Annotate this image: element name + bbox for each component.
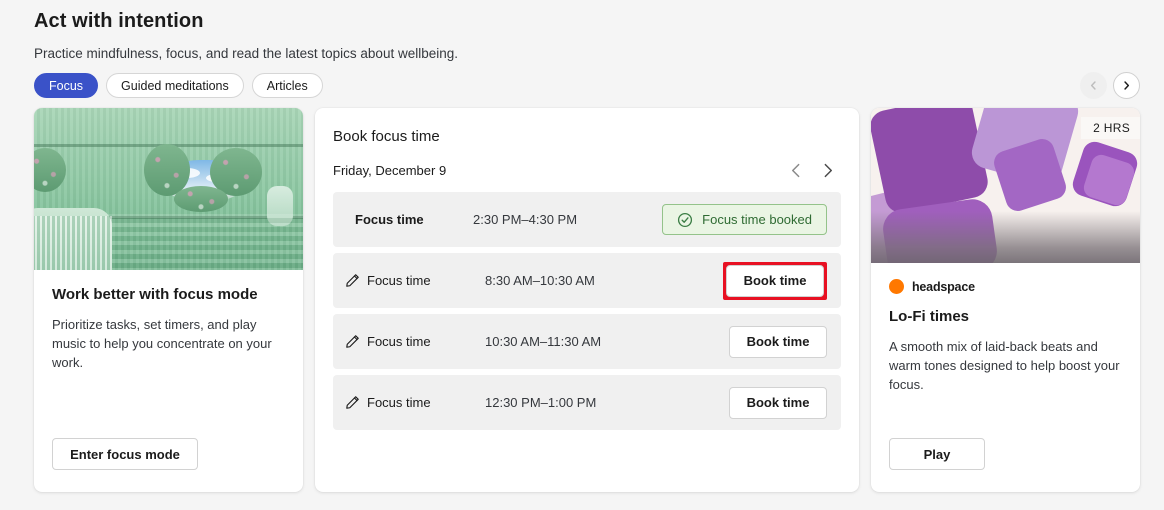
slot-label: Focus time [367, 273, 431, 288]
page-subtitle: Practice mindfulness, focus, and read th… [34, 46, 458, 61]
table-row: Focus time 2:30 PM–4:30 PM Focus time bo… [333, 192, 841, 247]
carousel-prev-button[interactable] [1080, 72, 1107, 99]
highlight-annotation: Book time [723, 261, 827, 300]
slot-label: Focus time [367, 395, 431, 410]
lofi-card-image: 2 HRS [871, 108, 1140, 263]
book-card-title: Book focus time [333, 128, 440, 145]
lofi-card-body: headspace Lo-Fi times A smooth mix of la… [871, 263, 1140, 394]
slot-status: Focus time booked [662, 204, 827, 235]
previous-day-button[interactable] [789, 163, 804, 178]
status-badge-label: Focus time booked [702, 212, 812, 227]
lofi-card-title: Lo-Fi times [889, 308, 970, 325]
lofi-media-card[interactable]: 2 HRS headspace Lo-Fi times A smooth mix… [871, 108, 1140, 492]
carousel-next-button[interactable] [1113, 72, 1140, 99]
foliage-bottom [174, 186, 228, 212]
lofi-card-text: A smooth mix of laid-back beats and warm… [889, 339, 1120, 392]
headspace-logo-icon [889, 279, 904, 294]
focus-mode-image [34, 108, 303, 270]
date-navigation-row: Friday, December 9 [333, 163, 839, 178]
page-title: Act with intention [34, 10, 204, 32]
book-time-button[interactable]: Book time [729, 325, 827, 358]
slot-label: Focus time [367, 334, 431, 349]
slot-action: Book time [729, 386, 827, 419]
carousel-navigation [1080, 72, 1140, 99]
book-focus-time-card: Book focus time Friday, December 9 Focus… [315, 108, 859, 492]
status-badge: Focus time booked [662, 204, 827, 235]
table-row: Focus time 12:30 PM–1:00 PM Book time [333, 375, 841, 430]
pencil-icon [346, 335, 359, 348]
brand-name: headspace [912, 279, 975, 294]
tab-focus[interactable]: Focus [34, 73, 99, 98]
tab-guided-meditations[interactable]: Guided meditations [106, 73, 244, 98]
table-row: Focus time 10:30 AM–11:30 AM Book time [333, 314, 841, 369]
edit-icon-wrap [345, 395, 367, 410]
slot-action: Book time [723, 261, 827, 300]
brand-row: headspace [889, 279, 1122, 294]
slot-time: 10:30 AM–11:30 AM [485, 334, 602, 349]
table-row: Focus time 8:30 AM–10:30 AM Book time [333, 253, 841, 308]
focus-card-text: Prioritize tasks, set timers, and play m… [52, 317, 272, 370]
edit-icon-wrap [345, 334, 367, 349]
slot-action: Book time [729, 325, 827, 358]
slot-time: 2:30 PM–4:30 PM [473, 212, 578, 227]
slot-label: Focus time [355, 212, 424, 227]
next-day-button[interactable] [820, 163, 835, 178]
sofa-shape [34, 208, 112, 270]
enter-focus-mode-button[interactable]: Enter focus mode [52, 438, 198, 470]
slot-time: 12:30 PM–1:00 PM [485, 395, 597, 410]
book-card-header: Book focus time Friday, December 9 [315, 108, 859, 178]
focus-time-slot-list: Focus time 2:30 PM–4:30 PM Focus time bo… [315, 192, 859, 430]
chevron-left-icon [1090, 81, 1096, 90]
focus-card-body: Work better with focus mode Prioritize t… [34, 270, 303, 372]
slot-time: 8:30 AM–10:30 AM [485, 273, 595, 288]
pencil-icon [346, 274, 359, 287]
day-navigation [789, 163, 835, 178]
focus-mode-card[interactable]: Work better with focus mode Prioritize t… [34, 108, 303, 492]
play-button[interactable]: Play [889, 438, 985, 470]
image-gradient-overlay [871, 211, 1140, 263]
wellbeing-page: Act with intention Practice mindfulness,… [0, 0, 1164, 510]
duration-badge: 2 HRS [1081, 117, 1140, 139]
current-date-label: Friday, December 9 [333, 163, 447, 178]
edit-icon-wrap [345, 273, 367, 288]
book-time-button[interactable]: Book time [726, 264, 824, 297]
category-tabs: Focus Guided meditations Articles [34, 73, 323, 98]
tab-articles[interactable]: Articles [251, 73, 323, 98]
chevron-right-icon [1124, 81, 1130, 90]
focus-card-title: Work better with focus mode [52, 286, 258, 303]
pencil-icon [346, 396, 359, 409]
check-circle-icon [678, 212, 693, 227]
book-time-button[interactable]: Book time [729, 386, 827, 419]
